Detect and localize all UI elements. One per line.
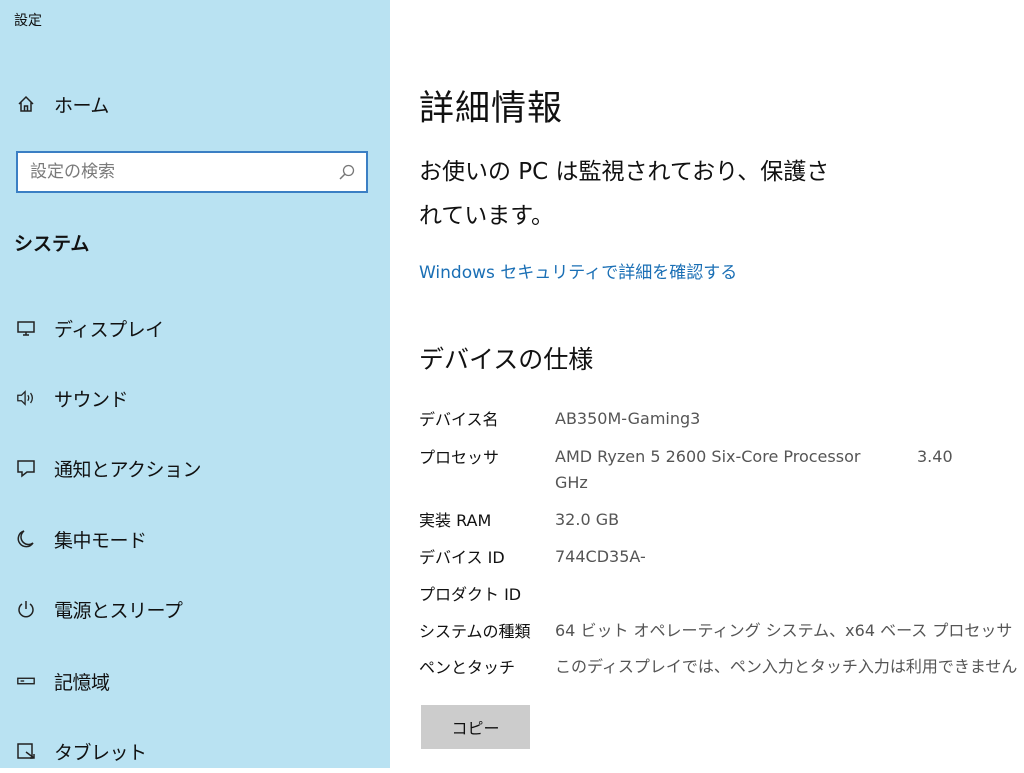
monitor-icon (16, 318, 36, 338)
sidebar-item-sound[interactable]: サウンド (0, 376, 390, 420)
protection-status: お使いの PC は監視されており、保護されています。 (419, 159, 830, 229)
search-input[interactable] (18, 161, 332, 183)
sidebar-item-label: ディスプレイ (54, 318, 164, 341)
sidebar: 設定 ホーム システム ディスプレイ サウンド 通知とアクション (0, 0, 390, 768)
spec-value: 32.0 GB (555, 510, 620, 529)
spec-label: 実装 RAM (419, 511, 492, 530)
sidebar-item-tablet[interactable]: タブレット (0, 729, 390, 773)
search-box[interactable] (16, 151, 368, 193)
sidebar-item-label: 通知とアクション (54, 458, 202, 481)
spec-label: プロセッサ (419, 448, 500, 467)
power-icon (16, 599, 36, 619)
page-title: 詳細情報 (419, 89, 564, 129)
spec-label: プロダクト ID (419, 585, 522, 604)
copy-button[interactable]: コピー (421, 705, 530, 749)
search-icon[interactable] (338, 163, 356, 181)
app-title: 設定 (14, 13, 42, 29)
notification-icon (16, 458, 36, 478)
sidebar-item-storage[interactable]: 記憶域 (0, 659, 390, 703)
tablet-icon (16, 741, 36, 761)
spec-value: このディスプレイでは、ペン入力とタッチ入力は利用できません (555, 657, 1018, 676)
spec-value: AB350M-Gaming3 (555, 409, 701, 428)
sidebar-item-label: タブレット (54, 741, 147, 764)
moon-icon (16, 529, 36, 549)
section-title: システム (14, 233, 90, 255)
sidebar-item-label: 集中モード (54, 529, 147, 552)
spec-label: デバイス名 (419, 410, 499, 429)
windows-security-link[interactable]: Windows セキュリティで詳細を確認する (419, 258, 737, 283)
storage-icon (16, 671, 36, 691)
sidebar-item-display[interactable]: ディスプレイ (0, 306, 390, 350)
spec-label: デバイス ID (419, 548, 505, 567)
sidebar-item-notifications[interactable]: 通知とアクション (0, 446, 390, 490)
spec-label: ペンとタッチ (419, 658, 516, 677)
sidebar-item-label: ホーム (54, 94, 109, 117)
main-content: 詳細情報 お使いの PC は監視されており、保護されています。 Windows … (390, 0, 1024, 768)
sidebar-item-home[interactable]: ホーム (0, 82, 390, 126)
sidebar-item-label: 記憶域 (54, 671, 110, 694)
sidebar-item-power[interactable]: 電源とスリープ (0, 587, 390, 631)
spec-value-frequency: 3.40 (917, 447, 953, 466)
home-icon (16, 94, 36, 114)
spec-value: 744CD35A- (555, 547, 646, 566)
spec-value: 64 ビット オペレーティング システム、x64 ベース プロセッサ (555, 621, 1013, 640)
sidebar-item-label: サウンド (54, 388, 129, 411)
speaker-icon (16, 388, 36, 408)
device-spec-heading: デバイスの仕様 (419, 345, 594, 374)
spec-label: システムの種類 (419, 622, 531, 641)
sidebar-item-focus[interactable]: 集中モード (0, 517, 390, 561)
sidebar-item-label: 電源とスリープ (54, 599, 183, 622)
spec-value-unit: GHz (555, 473, 588, 492)
spec-value: AMD Ryzen 5 2600 Six-Core Processor (555, 447, 861, 466)
